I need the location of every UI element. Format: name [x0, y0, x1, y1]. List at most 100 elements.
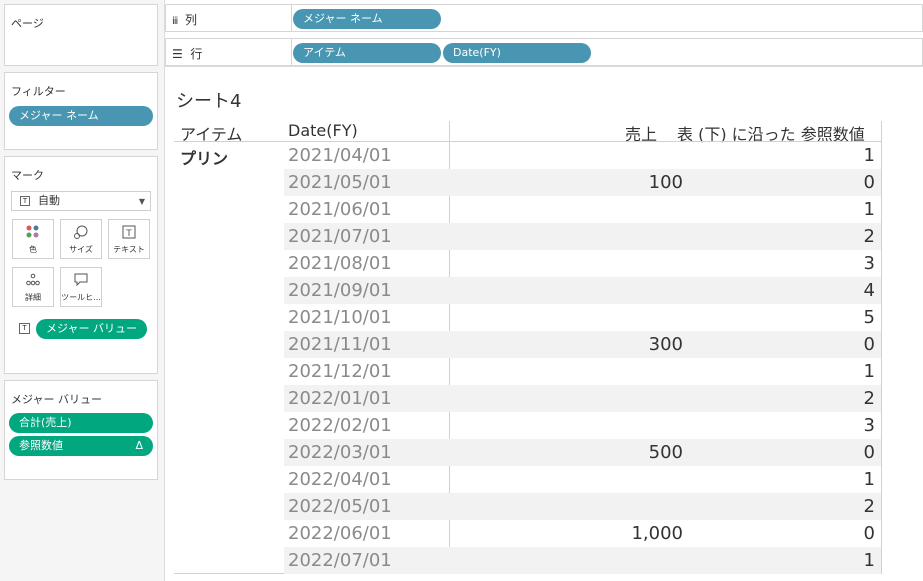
reference-value-cell: 5: [863, 307, 875, 328]
reference-value-cell: 2: [863, 226, 875, 247]
tooltip-icon: [61, 272, 101, 288]
rows-pill-item[interactable]: アイテム: [293, 43, 441, 63]
chevron-down-icon: ▼: [138, 197, 145, 206]
measure-pill-reference-value[interactable]: 参照数値 Δ: [9, 436, 153, 456]
size-icon: [61, 224, 101, 240]
date-cell: 2021/05/01: [288, 172, 392, 193]
text-label: テキスト: [113, 245, 145, 254]
measure-pill-reference-label: 参照数値: [19, 439, 63, 452]
reference-value-cell: 0: [863, 172, 875, 193]
measure-pill-sum-sales[interactable]: 合計(売上): [9, 413, 153, 433]
date-cell: 2021/11/01: [288, 334, 392, 355]
text-mark-icon: T: [20, 196, 30, 206]
reference-value-cell: 2: [863, 496, 875, 517]
columns-icon: iii: [172, 16, 178, 27]
header-date[interactable]: Date(FY): [288, 121, 358, 140]
table-row[interactable]: 2021/08/01 3: [284, 250, 881, 277]
reference-value-cell: 4: [863, 280, 875, 301]
columns-shelf[interactable]: iii 列 メジャー ネーム: [165, 4, 923, 32]
color-icon: [13, 224, 53, 240]
delta-icon: Δ: [135, 439, 143, 452]
table-row[interactable]: 2022/02/01 3: [284, 412, 881, 439]
date-cell: 2022/02/01: [288, 415, 392, 436]
detail-button[interactable]: 詳細: [12, 267, 54, 307]
size-label: サイズ: [69, 245, 93, 254]
reference-value-cell: 3: [863, 415, 875, 436]
table-row[interactable]: 2021/04/01 1: [284, 142, 881, 169]
reference-value-cell: 1: [863, 199, 875, 220]
date-cell: 2021/06/01: [288, 199, 392, 220]
table-row[interactable]: 2021/11/01 300 0: [284, 331, 881, 358]
rows-pill-date-fy[interactable]: Date(FY): [443, 43, 591, 63]
size-button[interactable]: サイズ: [60, 219, 102, 259]
date-cell: 2021/10/01: [288, 307, 392, 328]
table-row[interactable]: 2021/07/01 2: [284, 223, 881, 250]
columns-pill-measure-names[interactable]: メジャー ネーム: [293, 9, 441, 29]
sales-cell: 1,000: [631, 523, 683, 544]
filters-title: フィルター: [11, 85, 66, 98]
date-cell: 2021/04/01: [288, 145, 392, 166]
shelf-divider: [291, 5, 292, 31]
text-icon: T: [109, 224, 149, 240]
tooltip-button[interactable]: ツールヒ...: [60, 267, 102, 307]
table-row[interactable]: 2021/10/01 5: [284, 304, 881, 331]
date-cell: 2022/05/01: [288, 496, 392, 517]
table-row[interactable]: 2022/06/01 1,000 0: [284, 520, 881, 547]
table-row[interactable]: 2021/05/01 100 0: [284, 169, 881, 196]
color-button[interactable]: 色: [12, 219, 54, 259]
worksheet: シート4 アイテム Date(FY) 売上 表 (下) に沿った 参照数値 プリ…: [165, 66, 923, 581]
table-row[interactable]: 2022/01/01 2: [284, 385, 881, 412]
reference-value-cell: 1: [863, 469, 875, 490]
detail-icon: [13, 272, 53, 288]
reference-value-cell: 0: [863, 442, 875, 463]
rows-shelf[interactable]: ☰ 行 アイテム Date(FY): [165, 38, 923, 66]
detail-label: 詳細: [25, 293, 41, 302]
table-row[interactable]: 2022/05/01 2: [284, 493, 881, 520]
shelf-divider: [291, 39, 292, 65]
sales-cell: 100: [648, 172, 683, 193]
marks-card: マーク T 自動 ▼ 色 サイズ T テキスト 詳細 ツールヒ... T メジャ…: [4, 156, 158, 374]
reference-value-cell: 0: [863, 334, 875, 355]
pages-card[interactable]: ページ: [4, 4, 158, 66]
date-cell: 2022/01/01: [288, 388, 392, 409]
color-label: 色: [29, 245, 37, 254]
filter-pill-measure-names[interactable]: メジャー ネーム: [9, 106, 153, 126]
sales-cell: 300: [648, 334, 683, 355]
table-row[interactable]: 2021/12/01 1: [284, 358, 881, 385]
marks-title: マーク: [11, 169, 44, 182]
pages-title: ページ: [11, 17, 44, 30]
reference-value-cell: 3: [863, 253, 875, 274]
reference-value-cell: 0: [863, 523, 875, 544]
sidebar: ページ フィルター メジャー ネーム マーク T 自動 ▼ 色 サイズ T テキ…: [0, 0, 165, 581]
measure-values-card: メジャー バリュー 合計(売上) 参照数値 Δ: [4, 380, 158, 480]
sales-cell: 500: [648, 442, 683, 463]
filters-card[interactable]: フィルター メジャー ネーム: [4, 72, 158, 150]
date-cell: 2021/12/01: [288, 361, 392, 382]
date-cell: 2022/04/01: [288, 469, 392, 490]
text-encoding-icon: T: [19, 323, 30, 334]
table-row[interactable]: 2022/04/01 1: [284, 466, 881, 493]
table-row[interactable]: 2021/06/01 1: [284, 196, 881, 223]
item-cell[interactable]: プリン: [180, 145, 228, 169]
sheet-title: シート4: [176, 91, 242, 112]
reference-value-cell: 1: [863, 361, 875, 382]
marks-pill-measure-values[interactable]: メジャー バリュー: [36, 319, 147, 339]
date-cell: 2021/08/01: [288, 253, 392, 274]
date-cell: 2022/07/01: [288, 550, 392, 571]
table-row[interactable]: 2022/07/01 1: [284, 547, 881, 574]
table-row[interactable]: 2021/09/01 4: [284, 277, 881, 304]
rows-shelf-label: ☰ 行: [172, 45, 202, 62]
rows-icon: ☰: [172, 47, 183, 61]
date-cell: 2022/06/01: [288, 523, 392, 544]
reference-value-cell: 1: [863, 145, 875, 166]
date-cell: 2022/03/01: [288, 442, 392, 463]
tooltip-label: ツールヒ...: [61, 293, 101, 302]
right-border: [881, 121, 882, 573]
table-row[interactable]: 2022/03/01 500 0: [284, 439, 881, 466]
text-button[interactable]: T テキスト: [108, 219, 150, 259]
mark-type-dropdown[interactable]: T 自動 ▼: [11, 191, 151, 211]
measure-values-title: メジャー バリュー: [11, 393, 102, 406]
columns-shelf-label: iii 列: [172, 11, 197, 28]
mark-type-value: 自動: [38, 194, 60, 207]
date-cell: 2021/09/01: [288, 280, 392, 301]
